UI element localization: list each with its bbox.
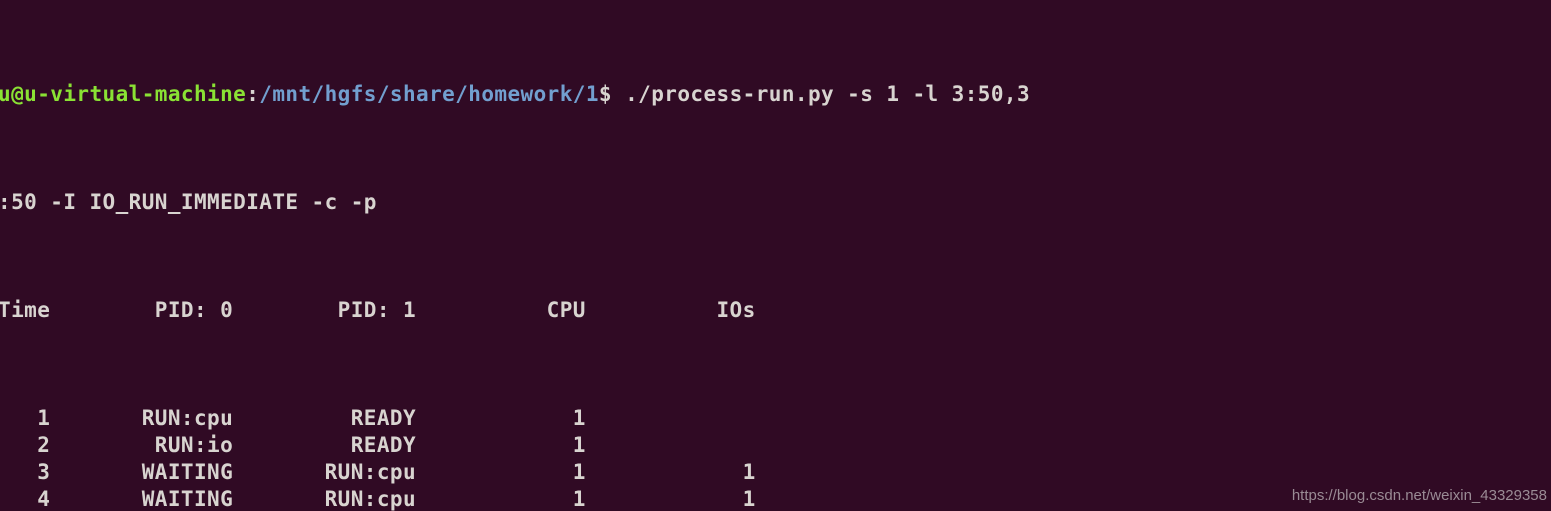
prompt-separator: : <box>246 82 260 106</box>
prompt-path: /mnt/hgfs/share/homework/1 <box>259 82 599 106</box>
watermark-text: https://blog.csdn.net/weixin_43329358 <box>1291 487 1547 504</box>
table-row: 4 WAITING RUN:cpu 1 1 <box>0 487 756 511</box>
table-header-row: Time PID: 0 PID: 1 CPU IOs <box>0 298 756 322</box>
terminal-window[interactable]: u@u-virtual-machine:/mnt/hgfs/share/home… <box>0 0 1551 511</box>
prompt-sigil: $ <box>598 82 612 106</box>
prompt-line-2: :50 -I IO_RUN_IMMEDIATE -c -p <box>0 189 1030 216</box>
terminal-screen[interactable]: u@u-virtual-machine:/mnt/hgfs/share/home… <box>0 0 1030 511</box>
table-row: 3 WAITING RUN:cpu 1 1 <box>0 460 756 484</box>
table-body: 1 RUN:cpu READY 1 2 RUN:io READY 1 3 WAI… <box>0 405 1030 511</box>
table-row: 2 RUN:io READY 1 <box>0 433 756 457</box>
prompt-user-host: u@u-virtual-machine <box>0 82 247 106</box>
table-row: 1 RUN:cpu READY 1 <box>0 406 756 430</box>
prompt-line-1: u@u-virtual-machine:/mnt/hgfs/share/home… <box>0 81 1030 108</box>
command-text-part-1: ./process-run.py -s 1 -l 3:50,3 <box>612 82 1031 106</box>
command-text-part-2: :50 -I IO_RUN_IMMEDIATE -c -p <box>0 190 377 214</box>
